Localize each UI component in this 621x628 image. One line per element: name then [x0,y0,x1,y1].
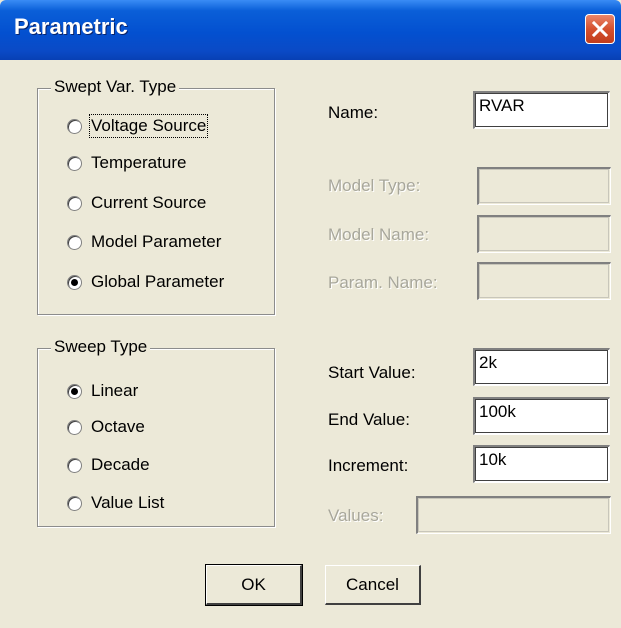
swept-var-type-legend: Swept Var. Type [51,77,180,97]
radio-label: Model Parameter [91,232,222,251]
radio-voltage-source[interactable]: Voltage Source [67,113,209,139]
radio-label: Temperature [91,153,187,172]
radio-indicator [67,419,82,435]
end-value-label: End Value: [328,410,410,429]
model-type-input[interactable] [477,167,611,205]
model-name-label: Model Name: [328,225,430,244]
radio-decade[interactable]: Decade [67,452,150,478]
cancel-button[interactable]: Cancel [325,565,421,605]
radio-label: Voltage Source [88,114,209,138]
model-type-label: Model Type: [328,176,421,195]
radio-global-parameter[interactable]: Global Parameter [67,269,224,295]
radio-label: Current Source [91,193,207,212]
name-label: Name: [328,103,379,122]
radio-label: Value List [91,493,165,512]
radio-indicator [67,234,82,250]
radio-indicator [67,457,82,473]
radio-model-parameter[interactable]: Model Parameter [67,229,221,255]
radio-temperature[interactable]: Temperature [67,150,186,176]
ok-button[interactable]: OK [205,564,303,606]
parametric-dialog: Parametric Swept Var. Type Voltage Sourc… [0,0,621,628]
title-bar[interactable]: Parametric [0,0,621,60]
radio-indicator [67,383,82,399]
name-input[interactable]: RVAR [473,91,610,129]
model-name-input[interactable] [477,215,611,253]
end-value-input[interactable]: 100k [473,397,610,435]
radio-label: Global Parameter [91,272,225,291]
start-value-label: Start Value: [328,363,416,382]
close-icon [591,20,609,38]
radio-indicator [67,195,82,211]
radio-label: Linear [91,381,139,400]
radio-indicator [67,118,82,134]
window-title: Parametric [14,14,128,39]
increment-input[interactable]: 10k [473,445,610,483]
radio-indicator [67,495,82,511]
radio-label: Decade [91,455,150,474]
radio-octave[interactable]: Octave [67,414,145,440]
radio-indicator [67,155,82,171]
param-name-label: Param. Name: [328,273,438,292]
radio-value-list[interactable]: Value List [67,490,164,516]
values-input[interactable] [416,496,611,534]
param-name-input[interactable] [477,262,611,300]
radio-linear[interactable]: Linear [67,378,138,404]
increment-label: Increment: [328,456,409,475]
radio-current-source[interactable]: Current Source [67,190,206,216]
radio-label: Octave [91,417,145,436]
close-button[interactable] [585,14,615,44]
radio-indicator [67,274,82,290]
values-label: Values: [328,506,384,525]
sweep-type-legend: Sweep Type [51,337,151,357]
start-value-input[interactable]: 2k [473,348,610,386]
